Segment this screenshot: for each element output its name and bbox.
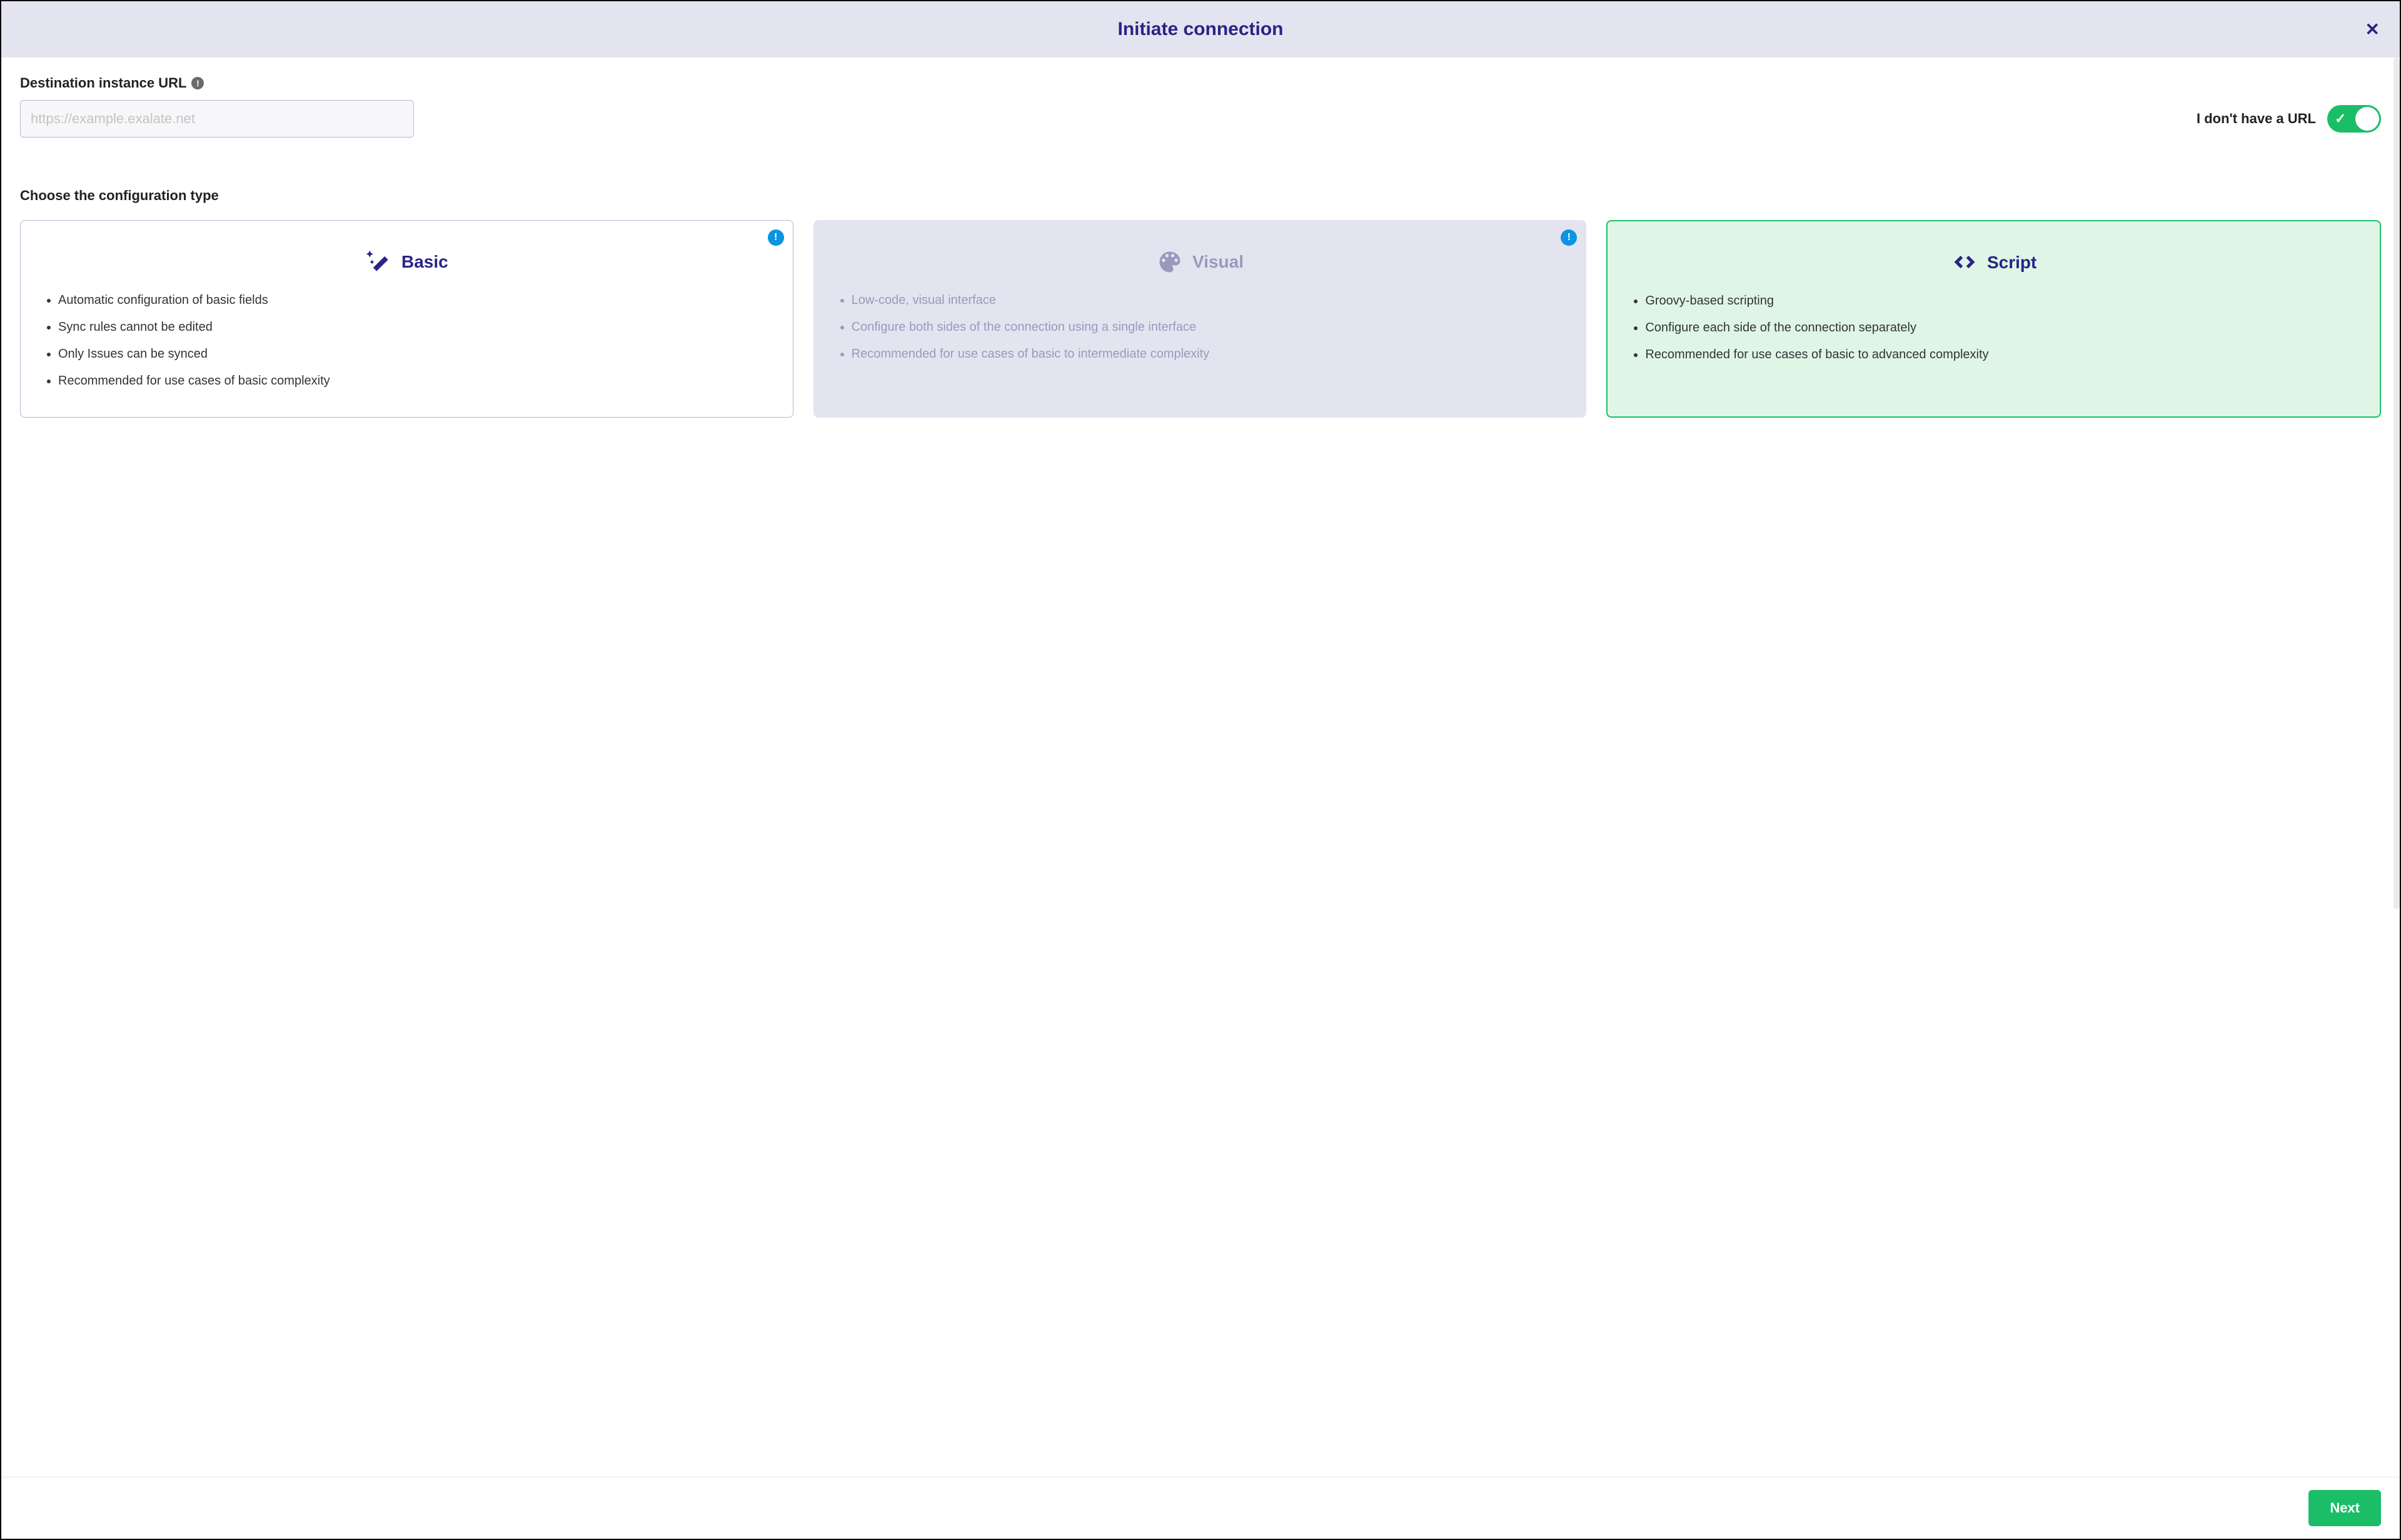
list-item: Sync rules cannot be edited [58,318,777,337]
toggle-knob [2355,107,2379,131]
close-button[interactable]: ✕ [2365,19,2380,40]
next-button-label: Next [2330,1500,2360,1516]
card-head: Visual [830,248,1570,276]
no-url-toggle[interactable]: ✓ [2327,105,2381,133]
code-icon [1951,249,1978,276]
config-card-visual[interactable]: ! Visual Low-code, visual interface Conf… [813,220,1587,418]
card-info-icon[interactable]: ! [1561,229,1577,246]
list-item: Configure each side of the connection se… [1645,318,2363,338]
card-bullets: Low-code, visual interface Configure bot… [830,291,1570,364]
card-title: Visual [1192,252,1244,272]
card-bullets: Automatic configuration of basic fields … [37,291,777,391]
card-head: Basic [37,248,777,276]
config-type-label: Choose the configuration type [20,188,2381,204]
modal-footer: Next [1,1477,2400,1539]
list-item: Recommended for use cases of basic to ad… [1645,345,2363,365]
destination-url-input[interactable] [20,100,414,138]
card-info-icon[interactable]: ! [768,229,784,246]
url-label-row: Destination instance URL ! [20,75,2381,91]
destination-url-label: Destination instance URL [20,75,186,91]
config-card-basic[interactable]: ! Basic Automatic configuration of basic… [20,220,793,418]
card-head: Script [1624,249,2363,276]
initiate-connection-modal: Initiate connection ✕ Destination instan… [0,0,2401,1540]
list-item: Recommended for use cases of basic compl… [58,371,777,391]
magic-wand-icon [365,248,393,276]
list-item: Automatic configuration of basic fields [58,291,777,310]
palette-icon [1156,248,1184,276]
config-cards: ! Basic Automatic configuration of basic… [20,220,2381,418]
url-row: I don't have a URL ✓ [20,100,2381,138]
close-icon: ✕ [2365,20,2380,39]
list-item: Groovy-based scripting [1645,291,2363,311]
modal-body: Destination instance URL ! I don't have … [1,58,2400,1477]
info-icon[interactable]: ! [191,77,204,89]
no-url-label: I don't have a URL [2197,111,2316,127]
no-url-group: I don't have a URL ✓ [2197,105,2381,133]
modal-title: Initiate connection [1117,19,1283,40]
list-item: Only Issues can be synced [58,345,777,364]
list-item: Configure both sides of the connection u… [852,318,1570,337]
check-icon: ✓ [2335,111,2346,127]
list-item: Recommended for use cases of basic to in… [852,345,1570,364]
card-bullets: Groovy-based scripting Configure each si… [1624,291,2363,365]
scrollbar[interactable] [2393,58,2400,909]
next-button[interactable]: Next [2308,1490,2381,1526]
modal-header: Initiate connection ✕ [1,1,2400,58]
card-title: Script [1987,253,2036,273]
card-title: Basic [401,252,448,272]
list-item: Low-code, visual interface [852,291,1570,310]
config-card-script[interactable]: Script Groovy-based scripting Configure … [1606,220,2381,418]
